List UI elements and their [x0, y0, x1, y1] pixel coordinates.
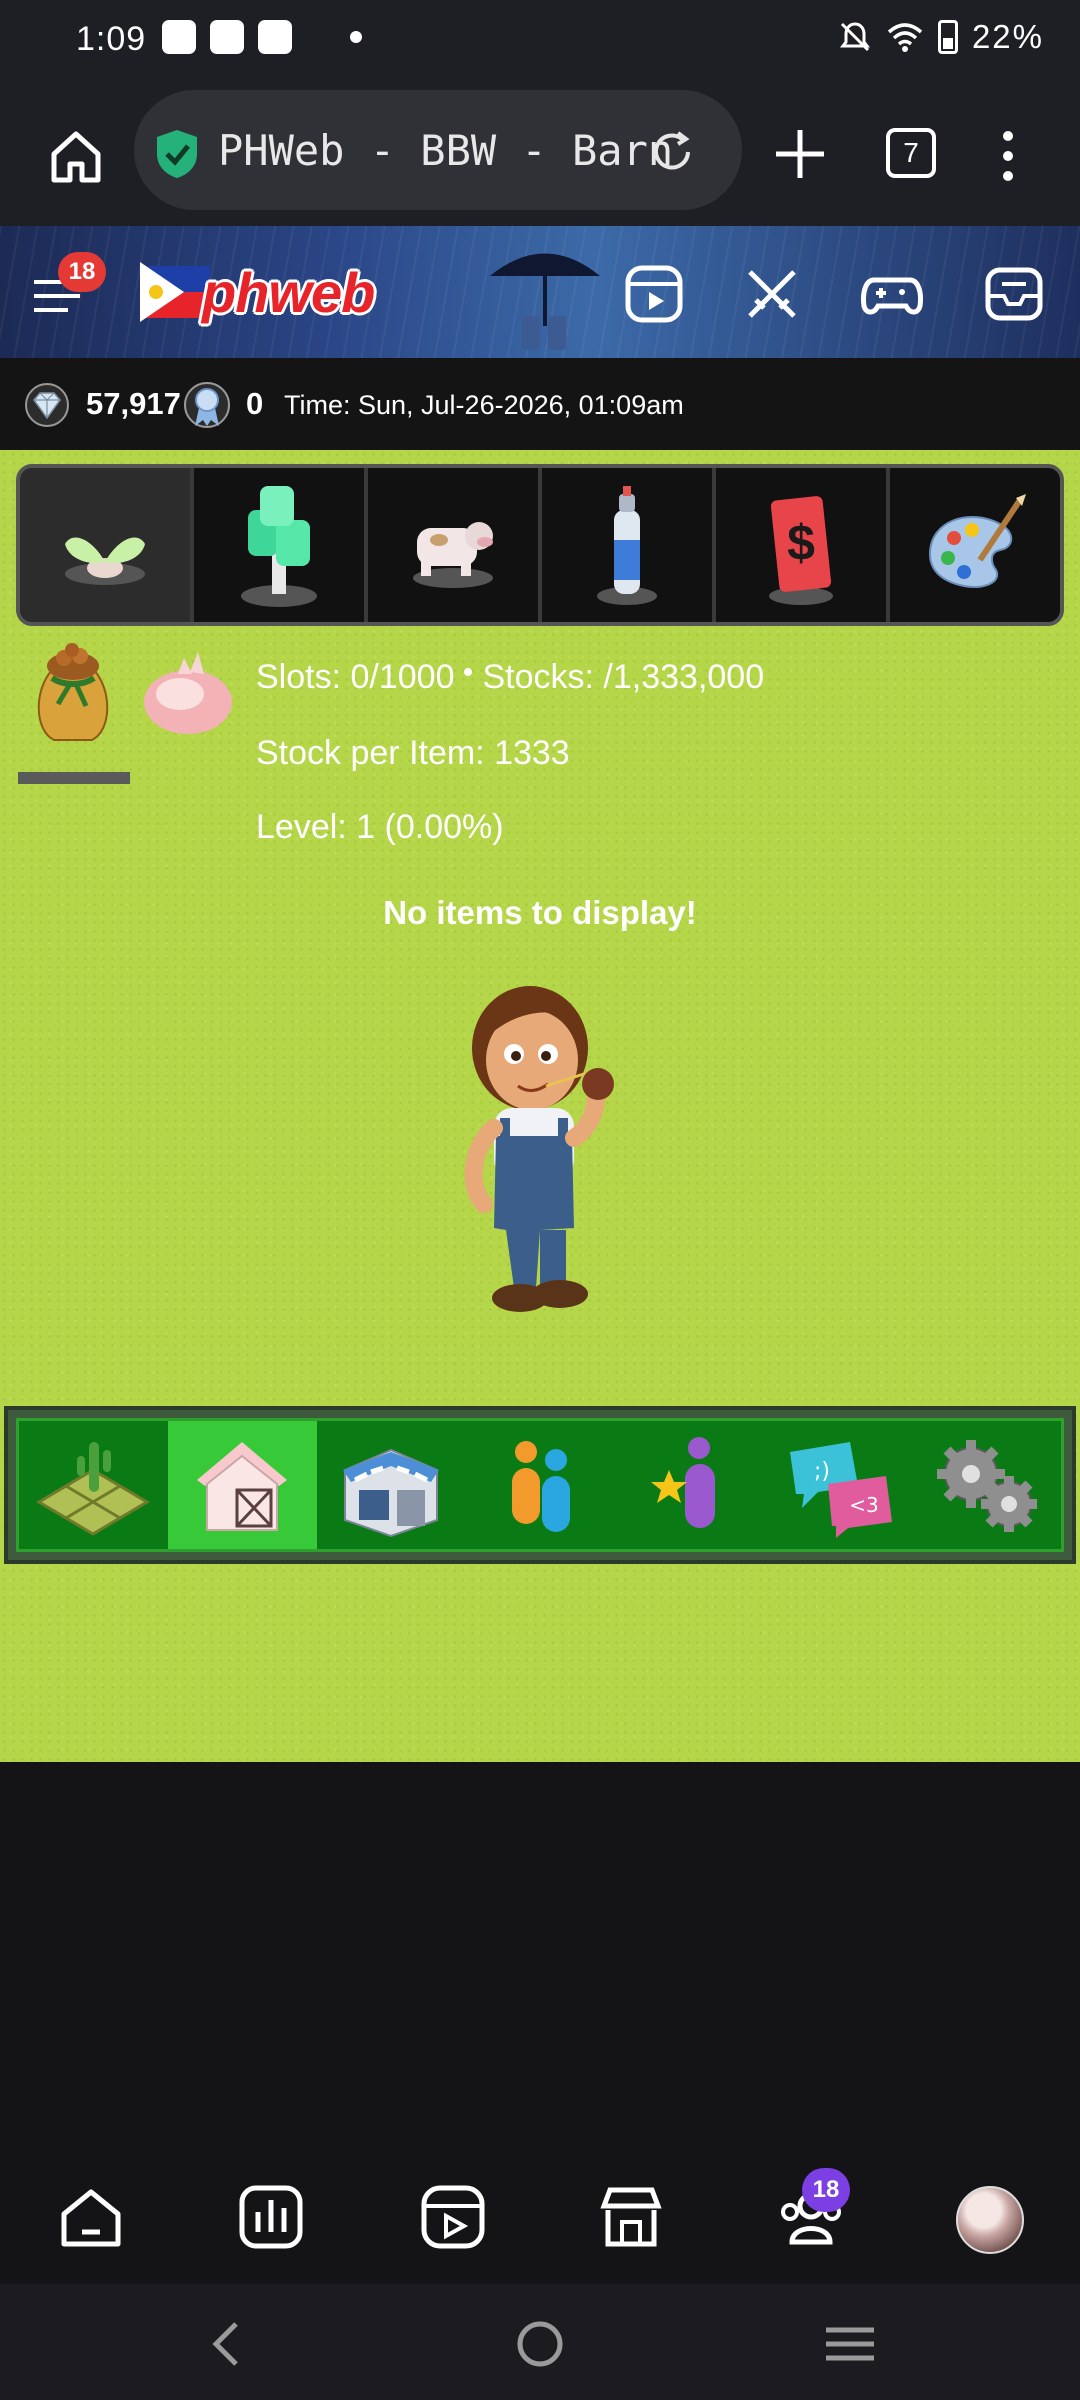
dot-icon — [350, 31, 362, 43]
nav-shop[interactable] — [317, 1421, 466, 1549]
flag-icon — [140, 262, 210, 322]
gears-icon — [936, 1440, 1037, 1532]
dollar-card-icon: $ — [769, 496, 833, 605]
diamond-icon — [25, 383, 69, 427]
umbrella-illustration — [490, 253, 600, 350]
slots-text: Slots: 0/1000 — [256, 658, 455, 696]
more-options-icon[interactable] — [996, 126, 1020, 186]
shopping-bag-icon — [162, 20, 196, 54]
ribbon-icon — [184, 382, 230, 428]
svg-text:<3: <3 — [849, 1493, 878, 1517]
people-icon — [512, 1441, 570, 1532]
screen: 1:09 22% PHWeb - BBW - Barn 7 18 phweb 5… — [0, 0, 1080, 2400]
marketplace-nav-icon[interactable] — [596, 2182, 666, 2252]
seed-sack-icon[interactable] — [30, 640, 116, 744]
cow-tab[interactable] — [368, 468, 542, 622]
url-text: PHWeb - BBW - Barn — [218, 126, 674, 175]
recent-apps-icon[interactable] — [824, 2324, 876, 2364]
spray-can-tab[interactable] — [542, 468, 716, 622]
notification-badge: 18 — [58, 252, 106, 292]
app-icon — [210, 20, 244, 54]
svg-text:;): ;) — [814, 1459, 830, 1484]
mute-icon — [839, 22, 870, 52]
cow-icon — [413, 522, 493, 588]
new-tab-icon[interactable] — [770, 124, 830, 184]
stats-nav-icon[interactable] — [236, 2182, 306, 2252]
reload-icon[interactable] — [648, 128, 696, 176]
battery-percent: 22% — [971, 18, 1044, 55]
stock-per-item-text: Stock per Item: 1333 — [256, 734, 570, 772]
notification-icons — [162, 20, 362, 54]
shield-icon — [157, 130, 197, 178]
home-icon[interactable] — [44, 124, 108, 188]
seedling-icon — [65, 537, 145, 585]
address-bar[interactable]: PHWeb - BBW - Barn — [134, 90, 742, 210]
nav-farm[interactable] — [19, 1421, 168, 1549]
status-time: 1:09 — [76, 20, 147, 58]
home-nav-icon[interactable] — [56, 2182, 126, 2252]
farmer-character — [464, 986, 614, 1312]
stats-bar: 57,917 0 Time: Sun, Jul-26-2026, 01:09am — [0, 358, 1080, 450]
profile-avatar[interactable] — [956, 2186, 1024, 2254]
level-text: Level: 1 (0.00%) — [256, 808, 504, 846]
logo-text: phweb — [202, 261, 375, 324]
empty-message: No items to display! — [383, 894, 697, 931]
nav-settings[interactable] — [912, 1421, 1061, 1549]
wifi-icon — [887, 23, 923, 52]
chat-bubbles-icon: ;) <3 — [789, 1442, 892, 1538]
mail-icon — [258, 20, 292, 54]
video-nav-icon[interactable] — [418, 2182, 488, 2252]
palette-icon — [928, 494, 1026, 588]
video-reel-icon[interactable] — [622, 262, 686, 326]
inbox-icon[interactable] — [982, 262, 1046, 326]
game-nav-items: ;) <3 — [16, 1418, 1064, 1552]
site-header: 18 phweb — [0, 226, 1080, 358]
back-icon[interactable] — [208, 2320, 244, 2368]
nav-favorites[interactable] — [614, 1421, 763, 1549]
shop-icon — [343, 1448, 440, 1538]
nav-barn[interactable] — [167, 1421, 317, 1549]
tree-icon — [241, 486, 317, 607]
status-bar: 1:09 22% — [0, 0, 1080, 84]
game-nav-bar: ;) <3 — [4, 1406, 1076, 1564]
system-icons: 22% — [838, 18, 1044, 56]
ribbon-count: 0 — [246, 386, 264, 421]
app-bottom-nav: 18 — [0, 2152, 1080, 2284]
slots-stocks-line: Slots: 0/1000 Stocks: /1,333,000 — [256, 658, 764, 697]
spray-can-icon — [597, 486, 657, 605]
crossed-swords-icon[interactable] — [740, 262, 804, 326]
gem-count: 57,917 — [86, 386, 181, 421]
sack-progress-bar — [18, 772, 130, 784]
tree-tab[interactable] — [194, 468, 368, 622]
groups-badge: 18 — [802, 2168, 850, 2212]
svg-text:$: $ — [787, 515, 815, 571]
tab-count-button[interactable]: 7 — [886, 128, 936, 178]
dollar-card-tab[interactable]: $ — [716, 468, 890, 622]
separator-dot — [464, 668, 473, 676]
nav-messages[interactable]: ;) <3 — [763, 1421, 912, 1549]
farm-field-icon — [36, 1442, 151, 1536]
game-time: Time: Sun, Jul-26-2026, 01:09am — [284, 390, 684, 420]
home-circle-icon[interactable] — [516, 2320, 564, 2368]
palette-tab[interactable] — [890, 468, 1060, 622]
battery-icon — [937, 20, 958, 54]
system-navigation-bar — [0, 2284, 1080, 2400]
seedling-tab[interactable] — [20, 468, 194, 622]
page-blank-area — [0, 1762, 1080, 2152]
category-tabs: $ — [16, 464, 1064, 626]
browser-toolbar: PHWeb - BBW - Barn 7 — [0, 84, 1080, 226]
star-person-icon — [650, 1437, 715, 1528]
stocks-text: Stocks: /1,333,000 — [482, 658, 765, 696]
nav-neighbors[interactable] — [466, 1421, 615, 1549]
game-controller-icon[interactable] — [860, 262, 924, 326]
phweb-logo[interactable]: phweb — [140, 256, 375, 326]
peach-icon — [144, 652, 232, 734]
barn-icon — [197, 1442, 288, 1531]
barn-panel: $ Slots: 0/1000 Stocks: /1,333,000 Stock… — [0, 450, 1080, 1762]
